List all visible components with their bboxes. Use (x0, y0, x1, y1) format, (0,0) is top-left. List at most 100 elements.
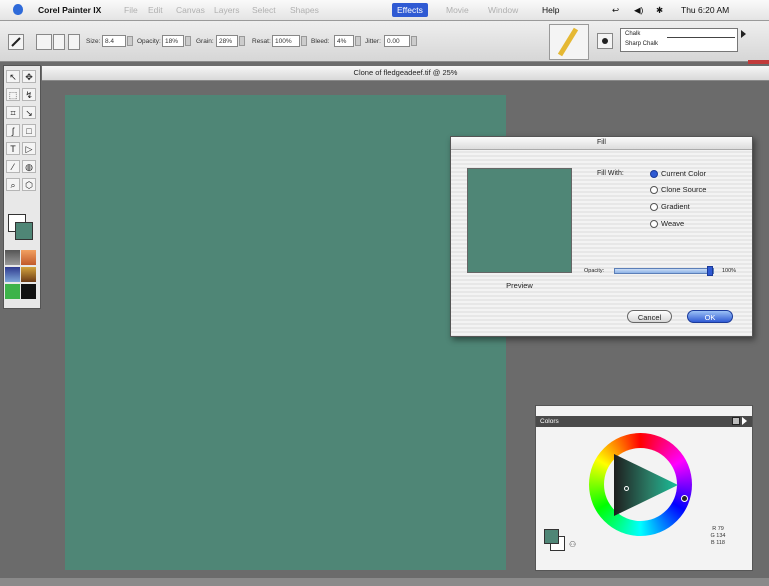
menu-clock[interactable]: Thu 6:20 AM (681, 5, 729, 15)
tool-icon-13[interactable]: ⌕ (6, 178, 20, 191)
opacity-label: Opacity: (137, 38, 161, 45)
tool-icon-8[interactable]: □ (22, 124, 36, 137)
pattern-selector[interactable] (5, 267, 20, 282)
grain-label: Grain: (196, 38, 214, 45)
brush-dab-icon[interactable] (36, 34, 52, 50)
resat-field[interactable]: 100% (272, 35, 300, 47)
document-title-bar[interactable]: Clone of fledgeadeef.tif @ 25% (42, 66, 769, 81)
clone-color-icon[interactable]: ⚇ (569, 540, 576, 549)
bleed-label: Bleed: (311, 38, 330, 45)
palette-tab[interactable] (748, 60, 769, 64)
tool-icon-4[interactable]: ↯ (22, 88, 36, 101)
panel-menu-icon[interactable] (742, 417, 747, 425)
tool-icon-6[interactable]: ↘ (22, 106, 36, 119)
menu-effects[interactable]: Effects (392, 3, 428, 17)
radio-gradient[interactable] (650, 203, 658, 212)
tool-icon-5[interactable]: ⌗ (6, 106, 20, 119)
bleed-stepper[interactable] (355, 36, 361, 46)
document-title: Clone of fledgeadeef.tif @ 25% (353, 68, 458, 77)
main-color-chip[interactable] (544, 529, 559, 544)
resat-label: Resat: (252, 38, 271, 45)
option-clone-source-label: Clone Source (661, 185, 707, 194)
menu-help[interactable]: Help (542, 5, 559, 15)
menu-movie[interactable]: Movie (446, 5, 469, 15)
colors-panel: Colors ⚇ R 79 G 134 B 118 (535, 405, 753, 571)
tool-icon-7[interactable]: ʃ (6, 124, 20, 137)
current-brush-swatch[interactable] (549, 24, 589, 60)
jitter-field[interactable]: 0.00 (384, 35, 410, 47)
menu-edit[interactable]: Edit (148, 5, 163, 15)
size-stepper[interactable] (127, 36, 133, 46)
jitter-stepper[interactable] (411, 36, 417, 46)
fill-opacity-slider[interactable] (614, 268, 714, 274)
brush-selector-arrow-icon[interactable] (741, 30, 746, 38)
tool-icon-3[interactable]: ⬚ (6, 88, 20, 101)
weave-selector[interactable] (21, 267, 36, 282)
option-current-color[interactable]: Current Color (650, 169, 707, 179)
brush-tool-icon[interactable] (8, 34, 24, 50)
bluetooth-icon[interactable]: ✱ (656, 5, 663, 16)
tool-icon-12[interactable]: ◍ (22, 160, 36, 173)
menu-shapes[interactable]: Shapes (290, 5, 319, 15)
ok-button[interactable]: OK (687, 310, 733, 323)
radio-current-color[interactable] (650, 170, 658, 179)
menu-window[interactable]: Window (488, 5, 518, 15)
fill-opacity-slider-handle[interactable] (707, 266, 713, 276)
menu-layers[interactable]: Layers (214, 5, 240, 15)
panel-close-icon[interactable] (732, 417, 740, 425)
option-clone-source[interactable]: Clone Source (650, 185, 707, 195)
document-canvas[interactable] (65, 95, 506, 570)
colors-panel-title: Colors (540, 418, 559, 425)
option-weave[interactable]: Weave (650, 219, 685, 229)
preview-label: Preview (506, 281, 533, 290)
look-selector[interactable] (5, 284, 20, 299)
menu-file[interactable]: File (124, 5, 138, 15)
size-field[interactable]: 8.4 (102, 35, 126, 47)
tool-icon-1[interactable]: ↖ (6, 70, 20, 83)
nozzle-selector[interactable] (21, 284, 36, 299)
bleed-field[interactable]: 4% (334, 35, 354, 47)
radio-clone-source[interactable] (650, 186, 658, 195)
opacity-stepper[interactable] (185, 36, 191, 46)
grain-stepper[interactable] (239, 36, 245, 46)
fill-dialog-title[interactable]: Fill (451, 137, 752, 150)
tool-icon-14[interactable]: ⬡ (22, 178, 36, 191)
brush-selector[interactable]: Chalk Sharp Chalk (620, 28, 738, 52)
gradient-selector[interactable] (21, 250, 36, 265)
colors-panel-title-bar[interactable]: Colors (536, 416, 752, 427)
app-name-menu[interactable]: Corel Painter IX (38, 5, 101, 15)
grain-field[interactable]: 28% (216, 35, 238, 47)
resat-stepper[interactable] (301, 36, 307, 46)
check-icon[interactable] (68, 34, 80, 50)
tool-icon-11[interactable]: ⁄ (6, 160, 20, 173)
option-current-color-label: Current Color (661, 169, 707, 178)
fill-dialog: Fill Preview Fill With: Current Color Cl… (450, 136, 753, 337)
volume-icon[interactable]: ◀) (634, 5, 643, 16)
paper-selector[interactable] (5, 250, 20, 265)
record-icon[interactable] (597, 33, 613, 49)
menu-bar: Corel Painter IX File Edit Canvas Layers… (0, 0, 769, 21)
color-picker-marker[interactable] (624, 486, 629, 491)
menu-select[interactable]: Select (252, 5, 276, 15)
tool-icon-2[interactable]: ✥ (22, 70, 36, 83)
script-menu-icon[interactable]: ↩ (612, 5, 619, 16)
radio-weave[interactable] (650, 220, 658, 229)
opacity-field[interactable]: 18% (162, 35, 184, 47)
option-gradient[interactable]: Gradient (650, 202, 690, 212)
brush-category[interactable]: Chalk (625, 31, 640, 37)
option-weave-label: Weave (661, 219, 685, 228)
main-color-swatch[interactable] (15, 222, 33, 240)
menu-canvas[interactable]: Canvas (176, 5, 205, 15)
hue-indicator[interactable] (681, 495, 688, 502)
fill-preview (467, 168, 572, 273)
option-gradient-label: Gradient (661, 202, 690, 211)
status-bar (0, 578, 769, 586)
apple-icon[interactable] (13, 4, 23, 15)
brush-options-icon[interactable] (53, 34, 65, 50)
brush-variant[interactable]: Sharp Chalk (625, 41, 658, 47)
rgb-readout: R 79 G 134 B 118 (710, 526, 726, 546)
jitter-label: Jitter: (365, 38, 381, 45)
tool-icon-10[interactable]: ▷ (22, 142, 36, 155)
cancel-button[interactable]: Cancel (627, 310, 672, 323)
tool-icon-9[interactable]: T (6, 142, 20, 155)
